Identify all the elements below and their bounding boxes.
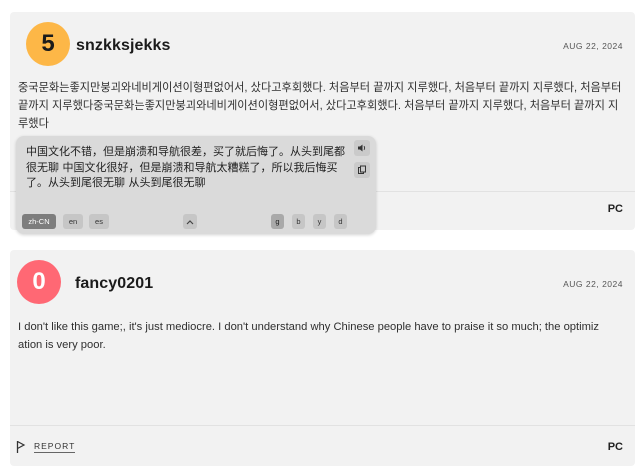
- engine-b-button[interactable]: b: [292, 214, 305, 229]
- chevron-up-icon[interactable]: [183, 214, 197, 229]
- report-button[interactable]: REPORT: [16, 440, 76, 454]
- report-label: REPORT: [34, 441, 76, 453]
- lang-zh-cn-button[interactable]: zh-CN: [22, 214, 56, 229]
- review-card: 0 fancy0201 AUG 22, 2024 I don't like th…: [10, 250, 635, 466]
- engine-g-button[interactable]: g: [271, 214, 284, 229]
- card-footer-divider: [10, 425, 635, 426]
- copy-icon[interactable]: [354, 162, 370, 178]
- engine-y-button[interactable]: y: [313, 214, 326, 229]
- speaker-icon[interactable]: [354, 140, 370, 156]
- translation-text: 中国文化不错，但是崩溃和导航很差，买了就后悔了。从头到尾都很无聊 中国文化很好，…: [26, 145, 345, 190]
- platform-label: PC: [607, 203, 623, 215]
- score-badge: 5: [26, 22, 70, 66]
- review-text: I don't like this game;, it's just medio…: [18, 321, 600, 352]
- score-badge: 0: [17, 260, 61, 304]
- engine-d-button[interactable]: d: [334, 214, 347, 229]
- translation-popup: 中国文化不错，但是崩溃和导航很差，买了就后悔了。从头到尾都很无聊 中国文化很好，…: [16, 136, 376, 234]
- username[interactable]: snzkksjekks: [76, 37, 171, 55]
- flag-icon: [16, 440, 26, 453]
- username[interactable]: fancy0201: [75, 275, 153, 293]
- review-date: AUG 22, 2024: [563, 41, 623, 51]
- lang-en-button[interactable]: en: [63, 214, 83, 229]
- platform-label: PC: [607, 441, 623, 453]
- review-date: AUG 22, 2024: [563, 279, 623, 289]
- lang-es-button[interactable]: es: [89, 214, 109, 229]
- review-text: 중국문화는좋지만붕괴와네비게이션이형편없어서, 샀다고후회했다. 처음부터 끝까…: [18, 82, 622, 131]
